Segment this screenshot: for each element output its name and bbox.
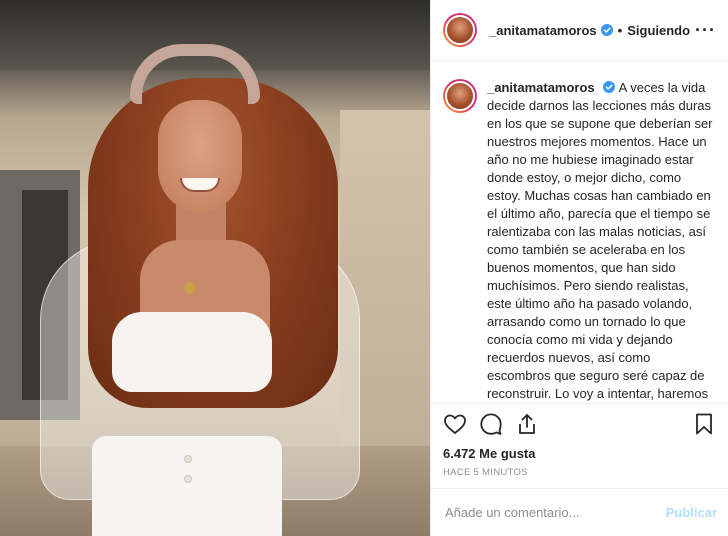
comment-bar: Publicar — [431, 488, 728, 536]
verified-badge-icon — [600, 24, 613, 36]
likes-count[interactable]: 6.472 Me gusta — [431, 444, 728, 464]
photo-necklace — [184, 282, 196, 294]
caption-body: A veces la vida decide darnos las leccio… — [487, 80, 713, 401]
comment-input[interactable] — [445, 505, 666, 520]
more-options-icon[interactable]: ··· — [695, 21, 716, 39]
photo-pants-button — [184, 455, 192, 463]
following-button[interactable]: Siguiendo — [627, 23, 690, 38]
caption-avatar[interactable] — [443, 79, 477, 113]
speech-bubble-icon[interactable] — [479, 412, 503, 436]
caption-area: _anitamatamoros A veces la vida decide d… — [431, 61, 728, 404]
heart-icon[interactable] — [443, 412, 467, 436]
photo-white-pants — [92, 436, 282, 536]
publish-button[interactable]: Publicar — [666, 505, 717, 520]
post-sidebar: _anitamatamoros • Siguiendo ··· _anitama… — [430, 0, 728, 536]
avatar[interactable] — [443, 13, 477, 47]
bookmark-icon[interactable] — [692, 412, 716, 436]
post-header: _anitamatamoros • Siguiendo ··· — [431, 0, 728, 61]
avatar-image — [445, 81, 475, 111]
photo-face — [158, 100, 242, 212]
separator-dot: • — [617, 22, 623, 38]
caption-username-link[interactable]: _anitamatamoros — [487, 80, 595, 95]
post-header-text: _anitamatamoros • Siguiendo — [489, 23, 690, 38]
verified-badge-icon — [602, 81, 615, 93]
avatar-image — [445, 15, 475, 45]
caption-text: _anitamatamoros A veces la vida decide d… — [487, 79, 714, 403]
username-link[interactable]: _anitamatamoros — [489, 23, 597, 38]
post-photo[interactable] — [0, 0, 430, 536]
share-icon[interactable] — [515, 412, 539, 436]
action-bar — [431, 404, 728, 444]
photo-pants-button — [184, 475, 192, 483]
post-timestamp[interactable]: HACE 5 MINUTOS — [431, 464, 728, 488]
photo-white-top — [112, 312, 272, 392]
